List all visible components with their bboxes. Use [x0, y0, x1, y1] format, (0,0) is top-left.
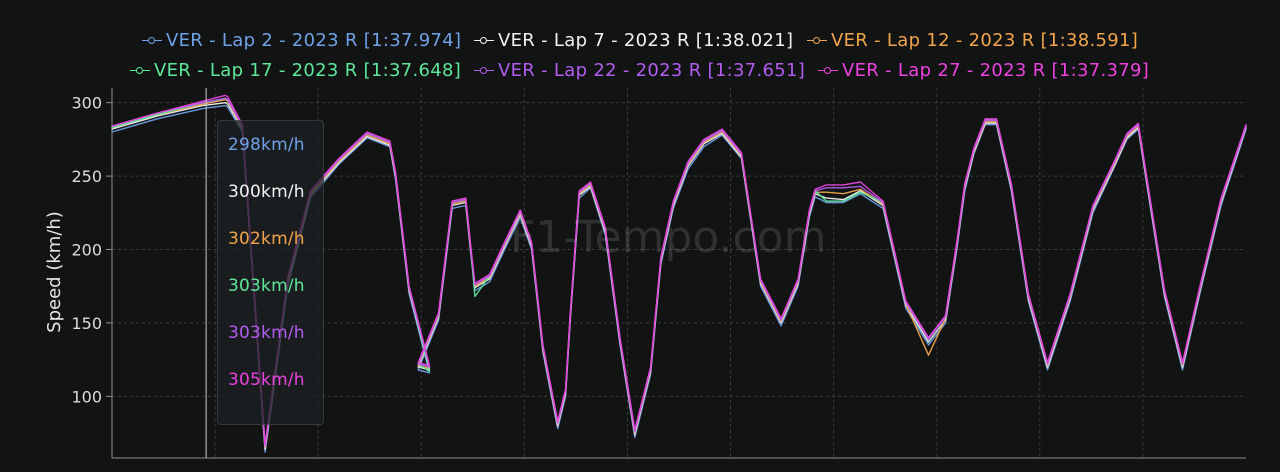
legend-item-lap-7[interactable]: VER - Lap 7 - 2023 R [1:38.021] — [474, 30, 793, 51]
y-tick-label: 100 — [71, 387, 102, 406]
legend-marker-icon — [142, 36, 162, 46]
legend-marker-icon — [807, 36, 827, 46]
y-tick-label: 300 — [71, 94, 102, 113]
legend-marker-icon — [818, 66, 838, 76]
tooltip-value-lap-12: 302km/h — [228, 229, 305, 249]
tooltip-value-lap-27: 305km/h — [228, 370, 305, 390]
tooltip-value-lap-7: 300km/h — [228, 182, 305, 202]
tooltip-value-lap-2: 298km/h — [228, 135, 305, 155]
legend-label: VER - Lap 2 - 2023 R [1:37.974] — [166, 30, 462, 51]
y-tick-labels: 100 150 200 250 300 — [71, 94, 102, 407]
legend-label: VER - Lap 7 - 2023 R [1:38.021] — [498, 30, 794, 51]
legend-label: VER - Lap 27 - 2023 R [1:37.379] — [842, 60, 1150, 81]
y-tick-label: 150 — [71, 314, 102, 333]
legend-marker-icon — [130, 66, 150, 76]
legend-label: VER - Lap 17 - 2023 R [1:37.648] — [154, 60, 462, 81]
legend-item-lap-12[interactable]: VER - Lap 12 - 2023 R [1:38.591] — [807, 30, 1138, 51]
hover-tooltip: 298km/h 300km/h 302km/h 303km/h 303km/h … — [217, 120, 324, 425]
legend-item-lap-27[interactable]: VER - Lap 27 - 2023 R [1:37.379] — [818, 60, 1149, 81]
legend-item-lap-17[interactable]: VER - Lap 17 - 2023 R [1:37.648] — [130, 60, 461, 81]
tooltip-value-lap-22: 303km/h — [228, 323, 305, 343]
legend-item-lap-2[interactable]: VER - Lap 2 - 2023 R [1:37.974] — [142, 30, 461, 51]
legend-marker-icon — [474, 66, 494, 76]
legend-item-lap-22[interactable]: VER - Lap 22 - 2023 R [1:37.651] — [474, 60, 805, 81]
legend-label: VER - Lap 22 - 2023 R [1:37.651] — [498, 60, 806, 81]
y-tick-label: 200 — [71, 241, 102, 260]
legend-marker-icon — [474, 36, 494, 46]
legend-label: VER - Lap 12 - 2023 R [1:38.591] — [831, 30, 1139, 51]
y-axis-title: Speed (km/h) — [44, 211, 65, 333]
watermark: F1-Tempo.com — [510, 212, 827, 263]
tooltip-value-lap-17: 303km/h — [228, 276, 305, 296]
y-tick-label: 250 — [71, 167, 102, 186]
